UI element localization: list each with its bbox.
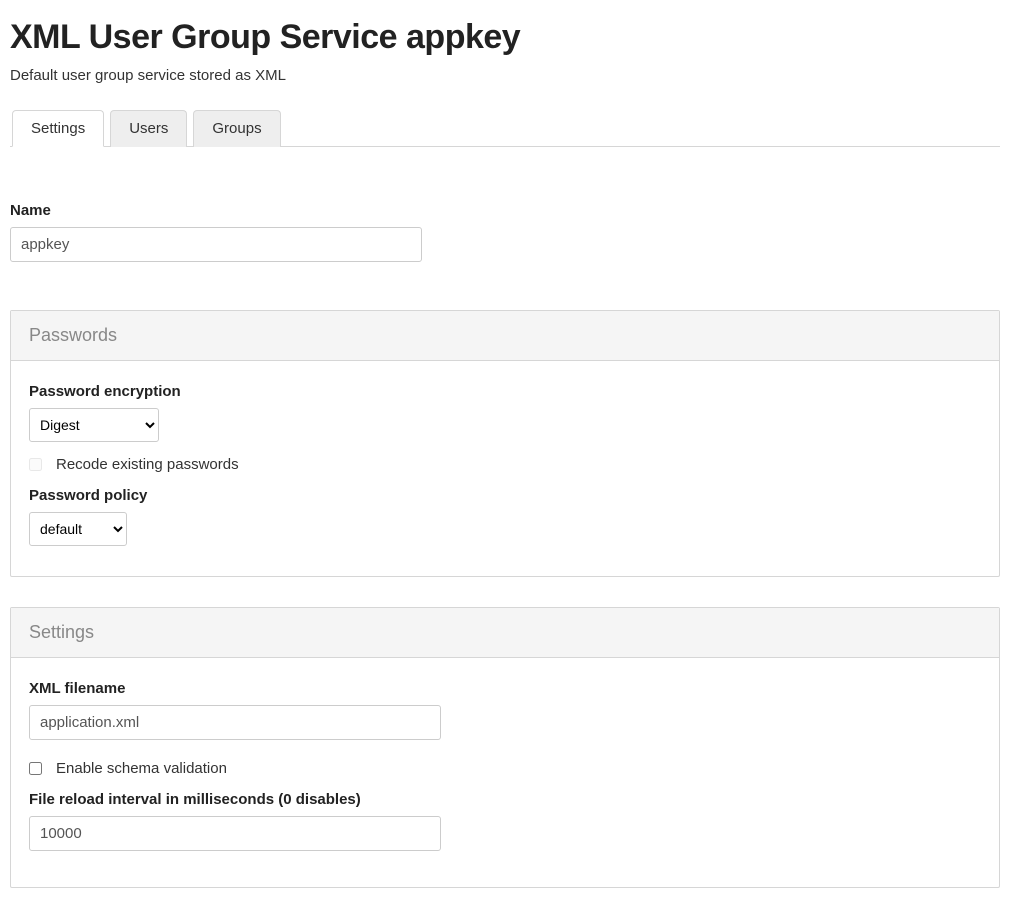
page-subtitle: Default user group service stored as XML bbox=[10, 67, 1000, 84]
passwords-panel-header: Passwords bbox=[11, 311, 999, 361]
schema-validation-checkbox[interactable] bbox=[29, 762, 42, 775]
name-label: Name bbox=[10, 202, 1000, 219]
xml-filename-label: XML filename bbox=[29, 680, 981, 697]
reload-interval-label: File reload interval in milliseconds (0 … bbox=[29, 791, 981, 808]
reload-interval-input[interactable] bbox=[29, 816, 441, 851]
password-encryption-select[interactable]: Digest bbox=[29, 408, 159, 442]
password-policy-select[interactable]: default bbox=[29, 512, 127, 546]
password-encryption-label: Password encryption bbox=[29, 383, 981, 400]
tab-settings[interactable]: Settings bbox=[12, 110, 104, 147]
tab-users[interactable]: Users bbox=[110, 110, 187, 147]
settings-panel-header: Settings bbox=[11, 608, 999, 658]
settings-panel: Settings XML filename Enable schema vali… bbox=[10, 607, 1000, 888]
name-input[interactable] bbox=[10, 227, 422, 262]
password-policy-label: Password policy bbox=[29, 487, 981, 504]
passwords-panel: Passwords Password encryption Digest Rec… bbox=[10, 310, 1000, 577]
page-title: XML User Group Service appkey bbox=[10, 18, 1000, 57]
recode-passwords-checkbox[interactable] bbox=[29, 458, 42, 471]
tab-bar: Settings Users Groups bbox=[10, 109, 1000, 147]
xml-filename-input[interactable] bbox=[29, 705, 441, 740]
tab-groups[interactable]: Groups bbox=[193, 110, 280, 147]
name-field-group: Name bbox=[10, 202, 1000, 280]
recode-passwords-label: Recode existing passwords bbox=[56, 456, 239, 473]
schema-validation-label: Enable schema validation bbox=[56, 760, 227, 777]
